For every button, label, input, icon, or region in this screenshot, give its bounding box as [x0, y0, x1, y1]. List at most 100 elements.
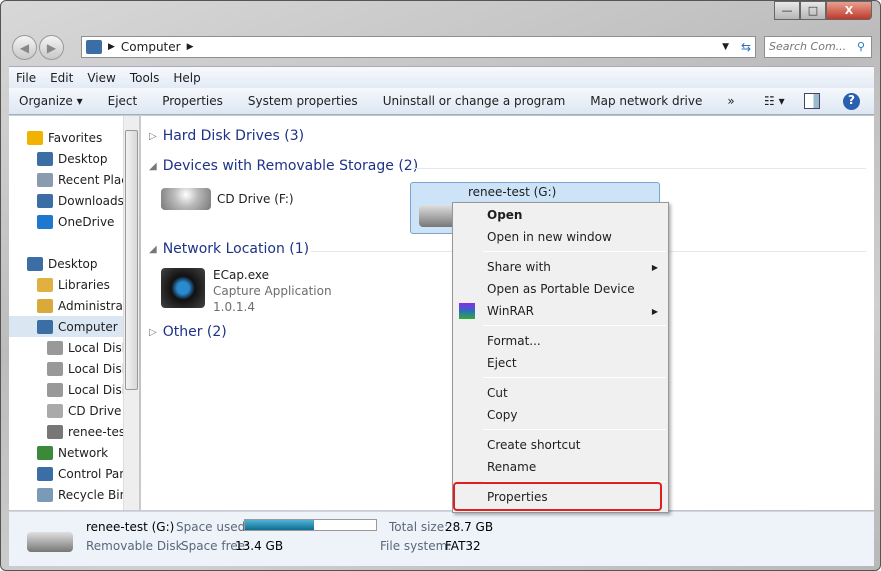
onedrive-icon	[37, 214, 53, 229]
maximize-button[interactable]: □	[800, 1, 826, 20]
nav-item-label: Network	[58, 445, 109, 460]
nav-item[interactable]: Computer	[9, 316, 123, 337]
menu-file[interactable]: File	[9, 71, 43, 85]
map-network-drive-button[interactable]: Map network drive	[580, 94, 717, 108]
submenu-arrow-icon: ▶	[651, 262, 658, 272]
context-menu-item[interactable]: Share with ▶	[455, 256, 666, 278]
help-icon[interactable]: ?	[843, 92, 860, 110]
context-menu-item[interactable]: Open as Portable Device	[455, 278, 666, 300]
nav-item[interactable]: Control Panel	[9, 463, 123, 484]
nav-item-label: Recent Places	[58, 172, 123, 187]
control-panel-icon	[37, 466, 53, 481]
disk-icon	[47, 361, 63, 376]
nav-item-label: Desktop	[58, 151, 108, 166]
forward-button[interactable]: ▶	[39, 35, 64, 60]
explorer-window: — □ X ◀ ▶ ▶ Computer ▶ ▼ ⇆ Search Com...…	[0, 0, 881, 571]
context-menu-item[interactable]: Open in new window	[455, 226, 666, 248]
breadcrumb-computer[interactable]: Computer	[121, 40, 181, 54]
winrar-icon	[459, 303, 475, 319]
menu-separator	[483, 377, 666, 378]
organize-button[interactable]: Organize ▾	[9, 94, 98, 108]
nav-item[interactable]: CD Drive (F:)	[9, 400, 123, 421]
nav-item-label: OneDrive	[58, 214, 115, 229]
nav-item[interactable]: Recent Places	[9, 169, 123, 190]
submenu-arrow-icon: ▶	[651, 306, 658, 316]
context-menu-item[interactable]: Rename	[455, 456, 666, 478]
group-other[interactable]: ▷ Other (2)	[149, 324, 227, 340]
search-icon: ⚲	[856, 40, 865, 53]
network-icon	[37, 445, 53, 460]
cd-drive-icon	[47, 403, 63, 418]
menu-separator	[483, 325, 666, 326]
nav-item[interactable]: Local Disk (E:)	[9, 379, 123, 400]
refresh-icon[interactable]: ⇆	[741, 40, 751, 54]
nav-item[interactable]: renee-test (G:)	[9, 421, 123, 442]
star-icon	[27, 130, 43, 145]
context-menu-item[interactable]: Copy	[455, 404, 666, 426]
nav-item[interactable]: Network	[9, 442, 123, 463]
nav-item-label: Downloads	[58, 193, 123, 208]
nav-item-label: Local Disk (C:)	[68, 340, 123, 355]
uninstall-program-button[interactable]: Uninstall or change a program	[373, 94, 581, 108]
libraries-icon	[37, 277, 53, 292]
menu-tools[interactable]: Tools	[123, 71, 167, 85]
nav-item-label: Control Panel	[58, 466, 123, 481]
context-menu-item[interactable]: WinRAR ▶	[455, 300, 666, 322]
nav-scrollbar[interactable]	[123, 116, 139, 510]
context-menu-item[interactable]: Open	[455, 204, 666, 226]
menu-edit[interactable]: Edit	[43, 71, 80, 85]
recycle-bin-icon	[37, 487, 53, 502]
downloads-icon	[37, 193, 53, 208]
computer-icon	[37, 319, 53, 334]
view-options-icon[interactable]: ☷ ▾	[754, 94, 800, 108]
nav-item[interactable]: Desktop	[9, 253, 123, 274]
cd-drive-item[interactable]: CD Drive (F:)	[161, 188, 294, 210]
properties-button[interactable]: Properties	[152, 94, 238, 108]
desktop-icon	[27, 256, 43, 271]
computer-icon	[86, 40, 102, 54]
group-network-location[interactable]: ◢ Network Location (1)	[149, 241, 309, 257]
context-menu-item[interactable]: Cut	[455, 382, 666, 404]
nav-item-label: CD Drive (F:)	[68, 403, 123, 418]
nav-item[interactable]: Recycle Bin	[9, 484, 123, 505]
context-menu-item[interactable]: Create shortcut	[455, 434, 666, 456]
menu-view[interactable]: View	[80, 71, 122, 85]
eject-button[interactable]: Eject	[98, 94, 153, 108]
nav-item[interactable]: Administrator	[9, 295, 123, 316]
address-dropdown-icon[interactable]: ▼	[722, 42, 729, 52]
close-button[interactable]: X	[826, 1, 872, 20]
menu-separator	[483, 251, 666, 252]
more-commands-button[interactable]: »	[717, 94, 749, 108]
user-folder-icon	[37, 298, 53, 313]
nav-item[interactable]: Favorites	[9, 127, 123, 148]
nav-item[interactable]: OneDrive	[9, 211, 123, 232]
properties-highlight	[453, 482, 662, 511]
context-menu: Open Open in new window Share with ▶ Open as…	[452, 202, 669, 513]
ecap-name[interactable]: ECap.exe	[213, 268, 269, 282]
nav-item[interactable]: Local Disk (C:)	[9, 337, 123, 358]
group-hard-disk-drives[interactable]: ▷ Hard Disk Drives (3)	[149, 128, 304, 144]
nav-item-label: Local Disk (E:)	[68, 382, 123, 397]
nav-item[interactable]: Downloads	[9, 190, 123, 211]
nav-item[interactable]: Desktop	[9, 148, 123, 169]
camera-icon[interactable]	[161, 268, 205, 308]
nav-item[interactable]: Local Disk (D:)	[9, 358, 123, 379]
search-input[interactable]: Search Com... ⚲	[764, 36, 872, 58]
nav-item[interactable]: Libraries	[9, 274, 123, 295]
back-button[interactable]: ◀	[12, 35, 37, 60]
disk-icon	[47, 340, 63, 355]
menu-separator	[483, 429, 666, 430]
nav-item-label: Local Disk (D:)	[68, 361, 123, 376]
menu-help[interactable]: Help	[166, 71, 207, 85]
context-menu-item[interactable]: Format...	[455, 330, 666, 352]
address-bar[interactable]: ▶ Computer ▶ ▼ ⇆	[81, 36, 756, 58]
preview-pane-icon[interactable]	[804, 93, 820, 109]
disk-icon	[47, 382, 63, 397]
context-menu-item[interactable]: Eject	[455, 352, 666, 374]
desktop-icon	[37, 151, 53, 166]
minimize-button[interactable]: —	[774, 1, 800, 20]
group-removable-storage[interactable]: ◢ Devices with Removable Storage (2)	[149, 158, 418, 174]
system-properties-button[interactable]: System properties	[238, 94, 373, 108]
details-pane: renee-test (G:) Removable Disk Space use…	[9, 511, 874, 566]
recent-places-icon	[37, 172, 53, 187]
